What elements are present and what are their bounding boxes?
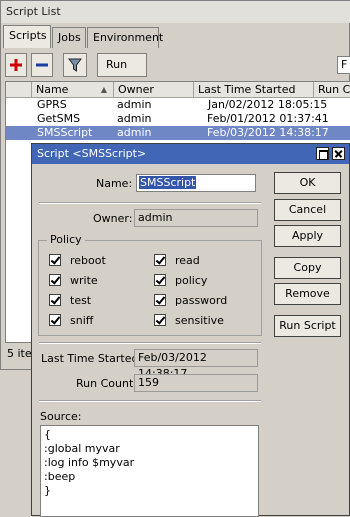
column-header-last-time-started[interactable]: Last Time Started [194, 82, 314, 98]
policy-group: Policy reboot read write policy test pas… [38, 233, 262, 336]
tab-scripts[interactable]: Scripts [3, 25, 51, 48]
row-name: SMSScript [37, 126, 93, 139]
policy-test-checkbox[interactable]: test [49, 293, 91, 307]
policy-write-label: write [70, 273, 98, 287]
policy-read-checkbox[interactable]: read [154, 253, 200, 267]
plus-icon [10, 59, 22, 71]
dialog-title-bar[interactable]: Script <SMSScript> [32, 144, 349, 164]
policy-sensitive-label: sensitive [175, 313, 224, 327]
source-line: } [44, 484, 51, 497]
dialog-title: Script <SMSScript> [37, 147, 147, 160]
checkmark-icon [154, 254, 166, 266]
last-time-started-label: Last Time Started: [41, 352, 143, 365]
policy-read-label: read [175, 253, 200, 267]
policy-sniff-checkbox[interactable]: sniff [49, 313, 93, 327]
column-header-run-count[interactable]: Run Co [314, 82, 350, 98]
table-row-selected[interactable]: SMSScript admin Feb/03/2012 14:38:17 [6, 126, 350, 140]
script-edit-dialog: Script <SMSScript> Name: SMSScript Owner… [31, 143, 350, 517]
close-icon[interactable] [332, 147, 345, 160]
policy-test-label: test [70, 293, 92, 307]
last-time-started-field: Feb/03/2012 14:38:17 [134, 349, 258, 380]
column-header-name[interactable]: Name ▲ [32, 82, 114, 98]
ok-button[interactable]: OK [274, 172, 341, 194]
policy-reboot-label: reboot [70, 253, 106, 267]
row-owner: admin [117, 98, 152, 111]
column-header-name-label: Name [36, 83, 69, 96]
remove-button[interactable]: Remove [274, 283, 341, 305]
run-script-toolbar-button[interactable]: Run Script [97, 53, 147, 93]
minus-icon [36, 59, 48, 71]
separator [39, 342, 261, 344]
source-line: { [44, 428, 51, 441]
source-label: Source: [40, 410, 82, 423]
policy-policy-label: policy [175, 273, 208, 287]
row-name: GetSMS [37, 112, 81, 125]
table-row[interactable]: GetSMS admin Feb/01/2012 01:37:41 [6, 112, 350, 126]
sort-ascending-icon: ▲ [100, 85, 107, 94]
checkmark-icon [49, 314, 61, 326]
policy-label: Policy [47, 233, 85, 246]
copy-button[interactable]: Copy [274, 257, 341, 279]
remove-button[interactable] [31, 53, 53, 77]
source-line: :beep [44, 470, 76, 483]
maximize-icon[interactable] [316, 147, 329, 160]
run-count-field: 159 [134, 374, 258, 392]
tab-environment[interactable]: Environment [87, 27, 163, 48]
policy-sensitive-checkbox[interactable]: sensitive [154, 313, 224, 327]
column-header-marker[interactable] [6, 82, 32, 98]
column-header-owner[interactable]: Owner [114, 82, 194, 98]
row-last-started: Feb/01/2012 01:37:41 [207, 112, 329, 125]
table-row[interactable]: GPRS admin Jan/02/2012 18:05:15 [6, 98, 350, 112]
policy-password-label: password [175, 293, 228, 307]
checkmark-icon [154, 314, 166, 326]
run-count-label: Run Count: [76, 377, 137, 390]
policy-write-checkbox[interactable]: write [49, 273, 98, 287]
policy-reboot-checkbox[interactable]: reboot [49, 253, 106, 267]
name-input[interactable]: SMSScript [136, 174, 256, 192]
checkmark-icon [49, 274, 61, 286]
policy-policy-checkbox[interactable]: policy [154, 273, 207, 287]
add-button[interactable] [5, 53, 27, 77]
funnel-icon [68, 58, 82, 72]
filter-button[interactable] [63, 53, 87, 77]
owner-field: admin [134, 209, 258, 227]
source-editor[interactable]: { :global myvar :log info $myvar :beep } [40, 425, 259, 517]
row-last-started: Jan/02/2012 18:05:15 [208, 98, 328, 111]
row-owner: admin [117, 126, 152, 139]
apply-button[interactable]: Apply [274, 225, 341, 247]
separator [39, 202, 261, 204]
row-last-started: Feb/03/2012 14:38:17 [207, 126, 329, 139]
run-script-button[interactable]: Run Script [274, 315, 341, 337]
policy-sniff-label: sniff [70, 313, 94, 327]
checkmark-icon [49, 254, 61, 266]
source-line: :global myvar [44, 442, 120, 455]
find-input[interactable]: F [337, 56, 350, 74]
window-title[interactable]: Script List [1, 1, 350, 23]
name-input-value: SMSScript [139, 176, 197, 189]
source-line: :log info $myvar [44, 456, 135, 469]
policy-password-checkbox[interactable]: password [154, 293, 227, 307]
row-owner: admin [117, 112, 152, 125]
cancel-button[interactable]: Cancel [274, 199, 341, 221]
row-name: GPRS [37, 98, 67, 111]
name-label: Name: [96, 177, 133, 190]
tab-jobs[interactable]: Jobs [52, 27, 86, 48]
separator [39, 400, 261, 402]
owner-label: Owner: [93, 212, 133, 225]
checkmark-icon [49, 294, 61, 306]
checkmark-icon [154, 274, 166, 286]
checkmark-icon [154, 294, 166, 306]
